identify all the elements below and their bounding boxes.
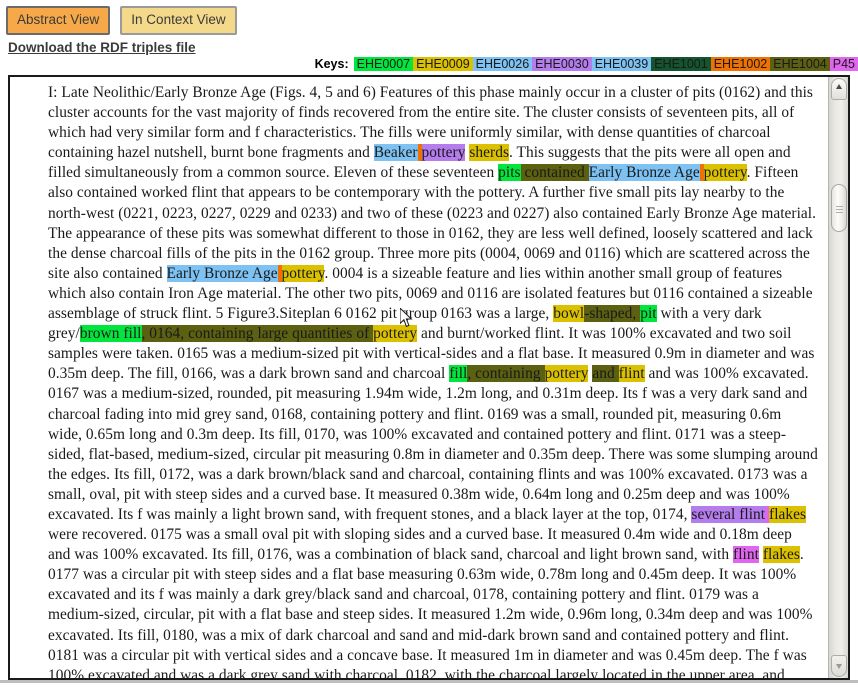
highlighted-entity[interactable]: pottery [281, 264, 325, 282]
view-toolbar: Abstract View In Context View [6, 6, 237, 35]
highlighted-entity[interactable]: sherds [469, 144, 510, 162]
download-rdf-triples-link[interactable]: Download the RDF triples file [8, 40, 196, 55]
highlighted-entity[interactable]: -shaped, [584, 305, 637, 323]
annotated-text-body[interactable]: I: Late Neolithic/Early Bronze Age (Figs… [10, 77, 828, 678]
highlighted-entity[interactable]: flint [733, 546, 759, 564]
key-chip-ehe1002[interactable]: EHE1002 [710, 57, 771, 71]
key-chip-p45[interactable]: P45 [829, 57, 858, 71]
highlighted-entity[interactable]: bowl [553, 305, 585, 323]
highlighted-entity[interactable]: contained [524, 164, 585, 182]
key-chip-ehe1004[interactable]: EHE1004 [770, 57, 830, 71]
highlighted-entity[interactable]: pottery [421, 144, 466, 162]
highlighted-entity[interactable]: Beaker [373, 144, 418, 162]
scroll-up-arrow-icon[interactable] [831, 78, 847, 100]
highlighted-entity[interactable]: Early Bronze Age [588, 164, 700, 182]
page-bottom-divider [0, 680, 858, 683]
highlighted-entity[interactable]: flakes [769, 505, 807, 523]
highlighted-entity[interactable]: pottery [544, 365, 589, 383]
highlighted-entity[interactable]: brown fill [79, 325, 142, 343]
highlighted-entity[interactable]: flint [618, 365, 645, 383]
highlighted-entity[interactable]: several flint [691, 505, 766, 523]
scroll-down-arrow-icon[interactable] [831, 655, 847, 677]
highlighted-entity[interactable] [540, 365, 545, 383]
annotated-text-panel: I: Late Neolithic/Early Bronze Age (Figs… [8, 75, 850, 680]
key-chip-ehe0009[interactable]: EHE0009 [413, 57, 473, 71]
keys-legend: Keys: EHE0007 EHE0009 EHE0026 EHE0030 EHE003… [315, 56, 858, 73]
document-paragraph: I: Late Neolithic/Early Bronze Age (Figs… [48, 83, 818, 678]
key-chip-ehe0030[interactable]: EHE0030 [532, 57, 592, 71]
key-chip-ehe1001[interactable]: EHE1001 [651, 57, 711, 71]
highlighted-entity[interactable]: pottery [373, 325, 418, 343]
key-chip-ehe0007[interactable]: EHE0007 [353, 57, 414, 71]
highlighted-entity[interactable] [277, 264, 282, 282]
highlighted-entity[interactable]: Early Bronze Age [166, 264, 278, 282]
key-chip-ehe0026[interactable]: EHE0026 [472, 57, 533, 71]
highlighted-entity[interactable]: pits [498, 164, 521, 182]
key-chip-ehe0039[interactable]: EHE0039 [591, 57, 652, 71]
keys-chip-list: EHE0007 EHE0009 EHE0026 EHE0030 EHE0039 EHE10… [353, 56, 858, 73]
highlighted-entity[interactable]: flakes [762, 546, 800, 564]
highlighted-entity[interactable]: , containing [467, 365, 541, 383]
highlighted-entity[interactable]: , 0164, containing large quantities of [141, 325, 370, 343]
keys-label: Keys: [314, 57, 349, 71]
vertical-scrollbar[interactable] [828, 77, 848, 678]
highlighted-entity[interactable]: pit [640, 305, 657, 323]
in-context-view-button[interactable]: In Context View [120, 6, 237, 35]
highlighted-entity[interactable]: and [592, 365, 615, 383]
abstract-view-button[interactable]: Abstract View [6, 6, 111, 35]
highlighted-entity[interactable]: pottery [703, 164, 747, 182]
highlighted-entity[interactable]: fill [449, 365, 468, 383]
vertical-scrollbar-thumb[interactable] [831, 184, 847, 232]
highlighted-entity[interactable] [417, 144, 422, 162]
